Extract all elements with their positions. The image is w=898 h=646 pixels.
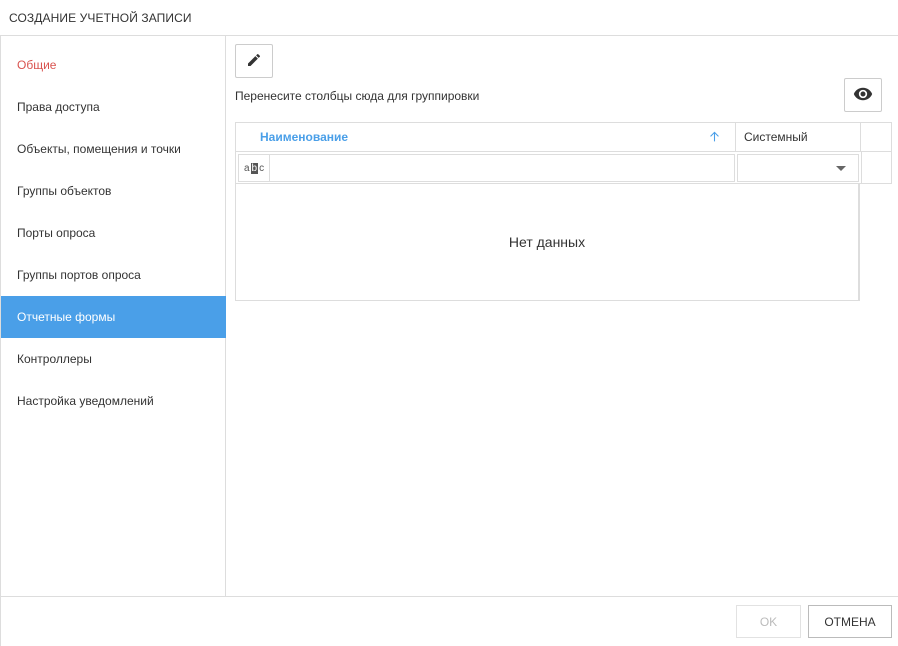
sidebar-item-polling-port-groups[interactable]: Группы портов опроса	[1, 254, 226, 296]
sidebar: Общие Права доступа Объекты, помещения и…	[1, 36, 226, 596]
sidebar-item-controllers[interactable]: Контроллеры	[1, 338, 226, 380]
eye-icon	[853, 84, 873, 107]
sort-ascending-icon	[708, 130, 721, 146]
text-filter-mode-icon[interactable]: abc	[239, 155, 270, 181]
main-content: Перенесите столбцы сюда для группировки …	[227, 36, 898, 596]
sidebar-item-report-forms[interactable]: Отчетные формы	[1, 296, 226, 338]
group-panel[interactable]: Перенесите столбцы сюда для группировки	[235, 89, 479, 103]
system-filter-select[interactable]	[737, 154, 859, 182]
column-header-name[interactable]: Наименование	[236, 123, 736, 151]
ok-button[interactable]: OK	[736, 605, 801, 638]
dialog-titlebar: СОЗДАНИЕ УЧЕТНОЙ ЗАПИСИ	[0, 0, 898, 36]
sidebar-item-object-groups[interactable]: Группы объектов	[1, 170, 226, 212]
column-header-system-label: Системный	[744, 130, 808, 144]
filter-divider	[861, 152, 862, 183]
sidebar-item-general[interactable]: Общие	[1, 44, 226, 86]
dialog-body: Общие Права доступа Объекты, помещения и…	[0, 36, 898, 596]
pencil-icon	[246, 52, 262, 71]
name-filter: abc	[238, 154, 735, 182]
sidebar-item-objects-rooms-points[interactable]: Объекты, помещения и точки	[1, 128, 226, 170]
dialog-title: СОЗДАНИЕ УЧЕТНОЙ ЗАПИСИ	[9, 11, 192, 25]
grid-header-row: Наименование Системный	[235, 122, 892, 152]
sidebar-item-notification-settings[interactable]: Настройка уведомлений	[1, 380, 226, 422]
column-header-name-label: Наименование	[260, 130, 349, 144]
sidebar-item-polling-ports[interactable]: Порты опроса	[1, 212, 226, 254]
column-visibility-button[interactable]	[844, 78, 882, 112]
no-data-message: Нет данных	[508, 234, 586, 250]
cancel-button[interactable]: ОТМЕНА	[808, 605, 892, 638]
column-header-system[interactable]: Системный	[736, 123, 861, 151]
grid-filter-row: abc	[235, 152, 892, 184]
edit-button[interactable]	[235, 44, 273, 78]
sidebar-item-access-rights[interactable]: Права доступа	[1, 86, 226, 128]
account-dialog: СОЗДАНИЕ УЧЕТНОЙ ЗАПИСИ Общие Права дост…	[0, 0, 898, 646]
grid-data-area: Нет данных	[235, 184, 860, 301]
chevron-down-icon	[836, 166, 846, 171]
name-filter-input[interactable]	[271, 155, 733, 181]
dialog-footer: OK ОТМЕНА	[0, 596, 898, 646]
